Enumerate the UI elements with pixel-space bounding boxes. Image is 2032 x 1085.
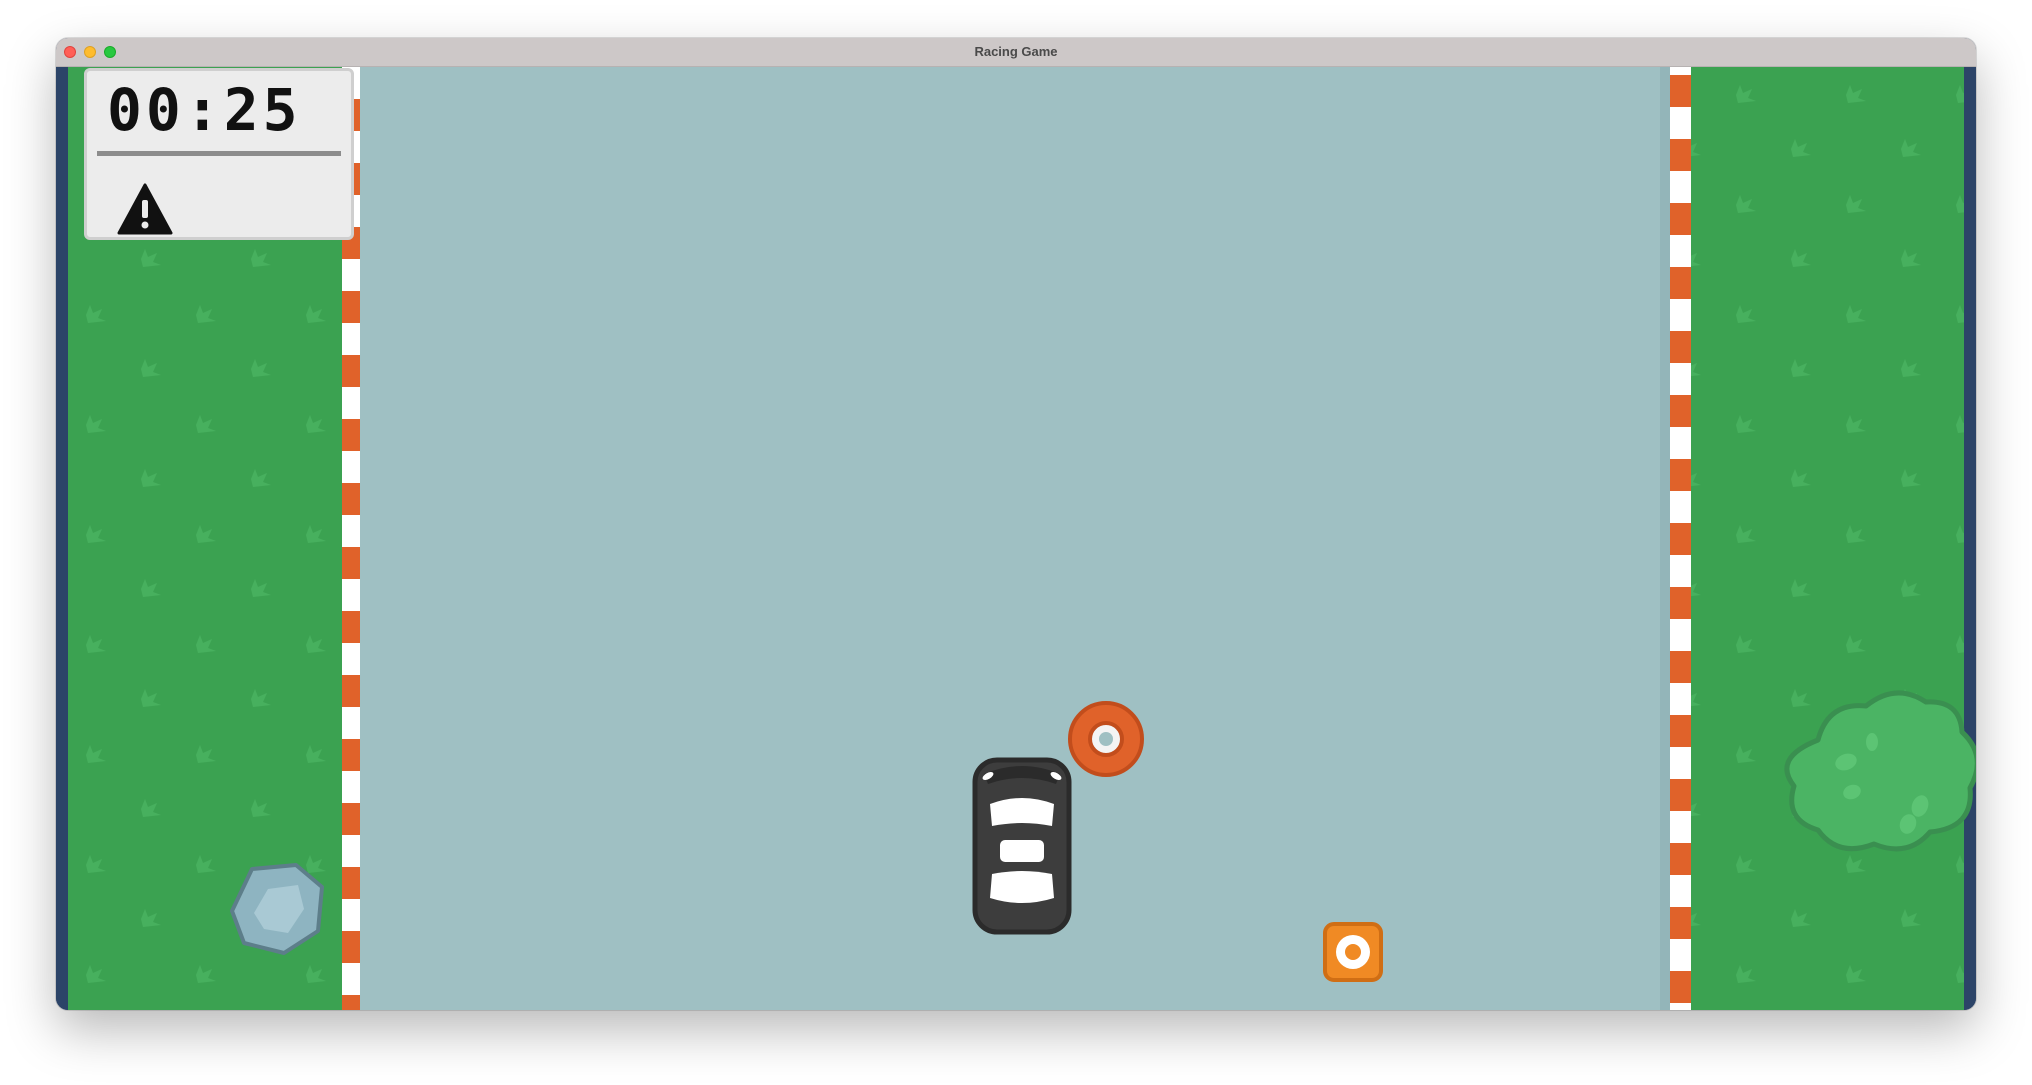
race-timer: 00:25 (107, 76, 302, 144)
road-edge-right (1660, 67, 1670, 1010)
hud-divider (97, 151, 341, 156)
player-car-icon[interactable] (972, 757, 1072, 935)
hud-panel: 00:25 (84, 68, 354, 240)
powerup-box-icon[interactable] (1323, 922, 1383, 982)
curb-right (1670, 67, 1691, 1010)
grass-right (1691, 67, 1964, 1010)
window-title: Racing Game (974, 44, 1058, 59)
game-window: Racing Game 00:25 (56, 38, 1976, 1010)
title-bar: Racing Game (56, 38, 1976, 67)
warning-triangle-icon (117, 183, 173, 235)
traffic-cone-icon (1068, 701, 1144, 777)
